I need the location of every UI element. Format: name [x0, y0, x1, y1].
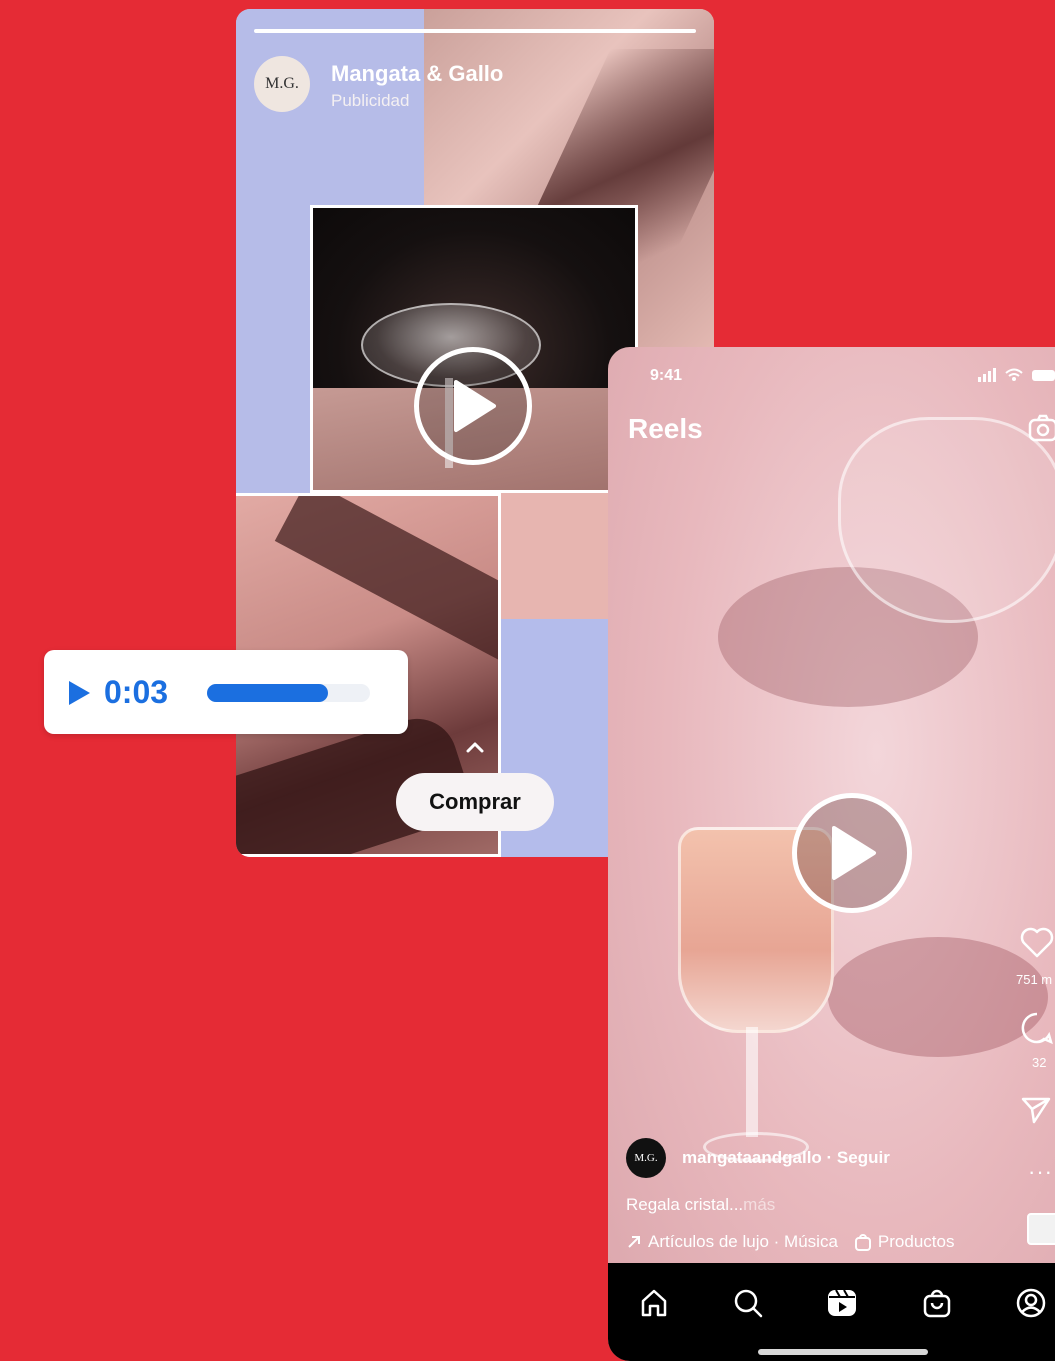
chevron-up-icon [466, 742, 484, 753]
account-avatar[interactable]: M.G. [626, 1138, 666, 1178]
status-time: 9:41 [650, 367, 683, 384]
search-icon [734, 1289, 763, 1318]
nav-reels[interactable] [822, 1283, 862, 1323]
play-icon[interactable] [66, 680, 92, 706]
play-icon [454, 380, 496, 432]
play-button[interactable] [792, 793, 912, 913]
account-name-follow[interactable]: mangataandgallo · Seguir [682, 1148, 890, 1168]
story-progress-bar [254, 29, 696, 33]
tag-products[interactable]: Productos [878, 1232, 955, 1252]
tags-row: Artículos de lujo · Música Productos [626, 1232, 954, 1252]
caption-more-link[interactable]: más [743, 1195, 775, 1214]
brand-avatar[interactable]: M.G. [254, 56, 310, 112]
nav-home[interactable] [634, 1283, 674, 1323]
shop-icon [923, 1289, 951, 1318]
home-icon [641, 1289, 667, 1317]
audio-time: 0:03 [104, 674, 169, 710]
audio-progress-fill [207, 684, 328, 702]
more-options-icon[interactable]: ··· [1028, 1159, 1053, 1185]
home-indicator [758, 1349, 928, 1355]
shopping-bag-icon [854, 1234, 871, 1251]
play-button[interactable] [414, 347, 532, 465]
arrow-up-right-icon [628, 1236, 640, 1248]
share-icon[interactable] [1020, 1095, 1052, 1125]
brand-name[interactable]: Mangata & Gallo [331, 61, 503, 87]
nav-profile[interactable] [1011, 1283, 1051, 1323]
audio-player: 0:03 [44, 650, 408, 734]
play-icon [832, 826, 876, 880]
like-count: 751 m [1016, 972, 1053, 987]
reels-icon [828, 1289, 856, 1316]
comment-icon[interactable] [1020, 1011, 1054, 1045]
audio-thumbnail[interactable] [1027, 1213, 1055, 1245]
bottom-nav [608, 1263, 1055, 1361]
heart-icon[interactable] [1020, 927, 1054, 959]
audio-progress-track[interactable] [207, 684, 370, 702]
status-icons [978, 368, 1055, 382]
reels-phone: 9:41 Reels 751 m 32 ··· M.G. mangataandg… [608, 347, 1055, 1361]
buy-button[interactable]: Comprar [396, 773, 554, 831]
camera-icon[interactable] [1028, 413, 1055, 443]
tag-category[interactable]: Artículos de lujo · Música [648, 1232, 838, 1252]
sponsored-label: Publicidad [331, 91, 410, 110]
nav-search[interactable] [728, 1283, 768, 1323]
profile-icon [1016, 1288, 1046, 1318]
caption[interactable]: Regala cristal...más [626, 1195, 775, 1215]
comment-count: 32 [1032, 1055, 1047, 1070]
crystal-glass [838, 417, 1055, 623]
nav-shop[interactable] [917, 1283, 957, 1323]
page-title: Reels [628, 413, 703, 444]
